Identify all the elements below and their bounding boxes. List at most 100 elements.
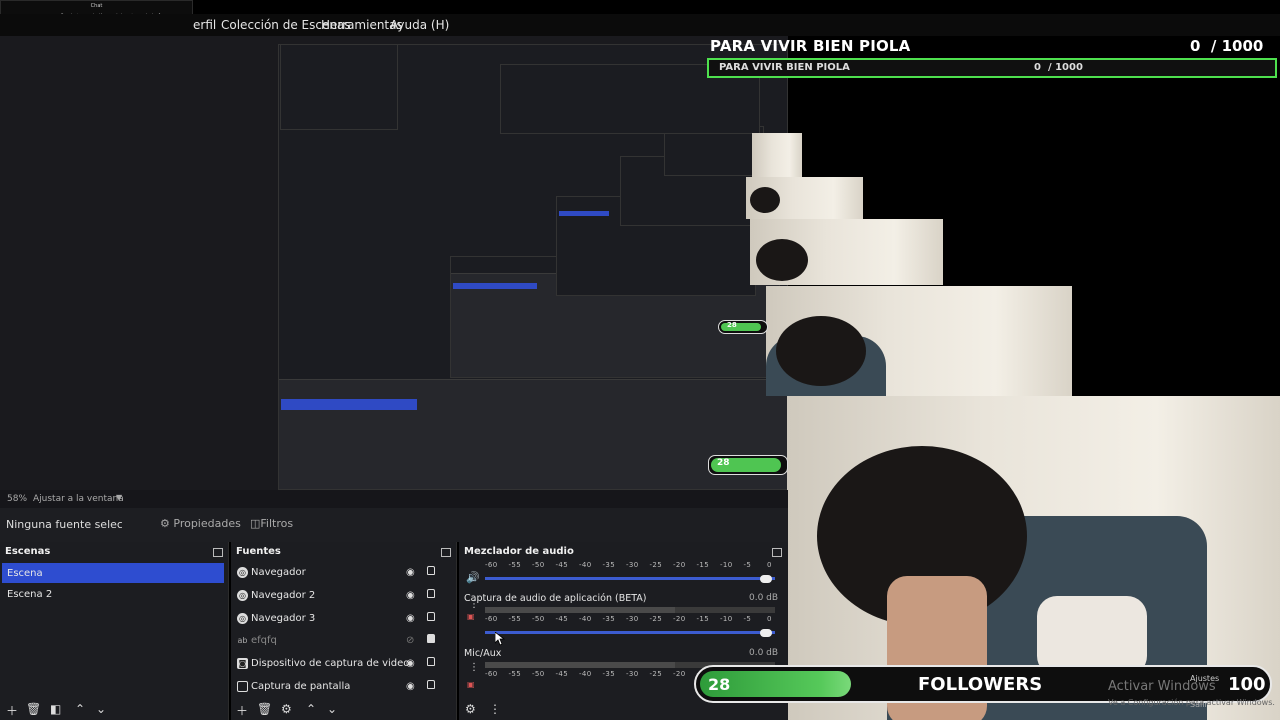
zoom-bar: 58% Ajustar a la ventana ▼ xyxy=(0,490,788,508)
preview-canvas[interactable] xyxy=(0,36,788,490)
gear-icon[interactable]: ⚙ xyxy=(465,702,476,716)
volume-slider[interactable] xyxy=(485,577,775,580)
tick-label: -55 xyxy=(508,615,522,623)
followers-goal: 100 xyxy=(1228,674,1266,695)
arrow-down-icon[interactable]: ⌄ xyxy=(327,702,337,716)
eye-hidden-icon[interactable]: ⊘ xyxy=(406,635,414,646)
chevron-down-icon[interactable]: ▼ xyxy=(116,493,122,502)
followers-label: FOLLOWERS xyxy=(918,674,1043,695)
mouse-cursor-icon xyxy=(495,632,505,646)
tick-label: -25 xyxy=(649,615,663,623)
float-icon[interactable] xyxy=(772,548,782,557)
sources-header: Fuentes xyxy=(236,546,455,562)
menu-dots-icon[interactable]: ⋮ xyxy=(489,702,501,716)
speaker-icon[interactable]: 🔊 xyxy=(466,571,480,584)
source-item[interactable]: ◎ Navegador ◉ xyxy=(237,565,451,583)
webcam-feed-5 xyxy=(750,219,943,285)
goal-bar-title: PARA VIVIR BIEN PIOLA xyxy=(719,62,850,73)
tick-label: -20 xyxy=(673,670,686,678)
volume-knob[interactable] xyxy=(760,629,772,637)
eye-icon[interactable]: ◉ xyxy=(406,658,415,669)
arrow-down-icon[interactable]: ⌄ xyxy=(96,702,106,716)
scene-item-escena[interactable]: Escena xyxy=(2,563,224,583)
mic-icon[interactable]: ▣ xyxy=(467,680,475,689)
channel-db: 0.0 dB xyxy=(749,593,779,603)
scenes-header: Escenas xyxy=(5,546,227,562)
mic-icon[interactable]: ▣ xyxy=(467,612,475,621)
add-icon[interactable]: ＋ xyxy=(6,702,18,719)
filters-button[interactable]: ◫Filtros xyxy=(250,517,293,530)
tick-label: -15 xyxy=(696,561,710,569)
volume-slider[interactable] xyxy=(485,631,775,634)
lock-icon[interactable] xyxy=(427,634,435,643)
activate-windows-watermark: Activar Windows xyxy=(1108,679,1216,694)
tick-label: -50 xyxy=(532,615,545,623)
lock-icon[interactable] xyxy=(427,566,435,575)
menu-dots-icon[interactable]: ⋮ xyxy=(469,599,479,610)
arrow-up-icon[interactable]: ⌃ xyxy=(306,702,316,716)
lock-icon[interactable] xyxy=(427,612,435,621)
source-item[interactable]: ◙ Dispositivo de captura de video ◉ xyxy=(237,656,451,674)
source-item[interactable]: ab efqfq ⊘ xyxy=(237,633,451,651)
webcam-feed-7 xyxy=(752,133,802,177)
tick-label: 0 xyxy=(767,615,772,623)
menu-item-help[interactable]: Ayuda (H) xyxy=(390,18,449,32)
float-icon[interactable] xyxy=(441,548,451,557)
lock-icon[interactable] xyxy=(427,680,435,689)
filter-icon: ◫ xyxy=(250,517,261,530)
float-icon[interactable] xyxy=(213,548,223,557)
channel-name: Mic/Aux xyxy=(464,648,502,659)
tick-label: -40 xyxy=(579,615,592,623)
tick-label: -60 xyxy=(485,615,498,623)
lock-icon[interactable] xyxy=(427,589,435,598)
tick-label: -30 xyxy=(626,670,639,678)
channel-name: Captura de audio de aplicación (BETA) xyxy=(464,593,647,604)
goal-progress-bar: PARA VIVIR BIEN PIOLA 0 / 1000 xyxy=(707,58,1277,78)
source-item[interactable]: Captura de pantalla ◉ xyxy=(237,679,451,697)
tick-label: -55 xyxy=(508,670,522,678)
source-item[interactable]: ◎ Navegador 3 ◉ xyxy=(237,611,451,629)
trash-icon[interactable]: 🗑 xyxy=(257,702,272,716)
volume-knob[interactable] xyxy=(760,575,772,583)
trash-icon[interactable]: 🗑 xyxy=(26,702,41,716)
tick-label: -10 xyxy=(720,615,733,623)
mixer-header: Mezclador de audio xyxy=(464,546,786,562)
source-toolbar: Ninguna fuente seleccionada ⚙ Propiedade… xyxy=(0,508,788,542)
nested-followers-pill: 28 xyxy=(708,455,788,475)
eye-icon[interactable]: ◉ xyxy=(406,567,415,578)
text-icon: ab xyxy=(237,636,248,645)
goal-count: 0 / 1000 xyxy=(1190,37,1264,55)
lock-icon[interactable] xyxy=(427,657,435,666)
eye-icon[interactable]: ◉ xyxy=(406,681,415,692)
add-icon[interactable]: ＋ xyxy=(236,702,248,719)
tick-label: -35 xyxy=(602,561,616,569)
monitor-icon xyxy=(237,681,248,692)
eye-icon[interactable]: ◉ xyxy=(406,590,415,601)
camera-icon: ◙ xyxy=(237,658,248,669)
tick-label: -30 xyxy=(626,615,639,623)
tick-label: -25 xyxy=(649,561,663,569)
gear-icon[interactable]: ⚙ xyxy=(281,702,292,716)
tick-label: -5 xyxy=(743,615,752,623)
salir-label: Salir xyxy=(1190,700,1208,709)
fit-to-window[interactable]: Ajustar a la ventana xyxy=(33,494,124,504)
eye-icon[interactable]: ◉ xyxy=(406,613,415,624)
globe-icon: ◎ xyxy=(237,590,248,601)
filter-icon[interactable]: ◧ xyxy=(50,702,61,716)
properties-button[interactable]: ⚙ Propiedades xyxy=(160,517,241,530)
nested-followers-pill-2: 28 xyxy=(718,320,768,334)
menu-bar: erfil Colección de Escenas Herramientas … xyxy=(0,14,1280,36)
menu-item-perfil[interactable]: erfil xyxy=(193,18,216,32)
scene-item-escena-2[interactable]: Escena 2 xyxy=(2,584,224,604)
tick-label: -20 xyxy=(673,561,686,569)
gear-icon: ⚙ xyxy=(160,517,170,530)
source-item[interactable]: ◎ Navegador 2 ◉ xyxy=(237,588,451,606)
followers-count: 28 xyxy=(708,675,731,694)
sources-dock: Fuentes ◎ Navegador ◉ ◎ Navegador 2 ◉ ◎ … xyxy=(231,542,457,720)
tick-label: -60 xyxy=(485,670,498,678)
menu-dots-icon[interactable]: ⋮ xyxy=(469,662,479,673)
tick-label: -30 xyxy=(626,561,639,569)
tick-label: -35 xyxy=(602,615,616,623)
tick-label: -25 xyxy=(649,670,663,678)
arrow-up-icon[interactable]: ⌃ xyxy=(75,702,85,716)
